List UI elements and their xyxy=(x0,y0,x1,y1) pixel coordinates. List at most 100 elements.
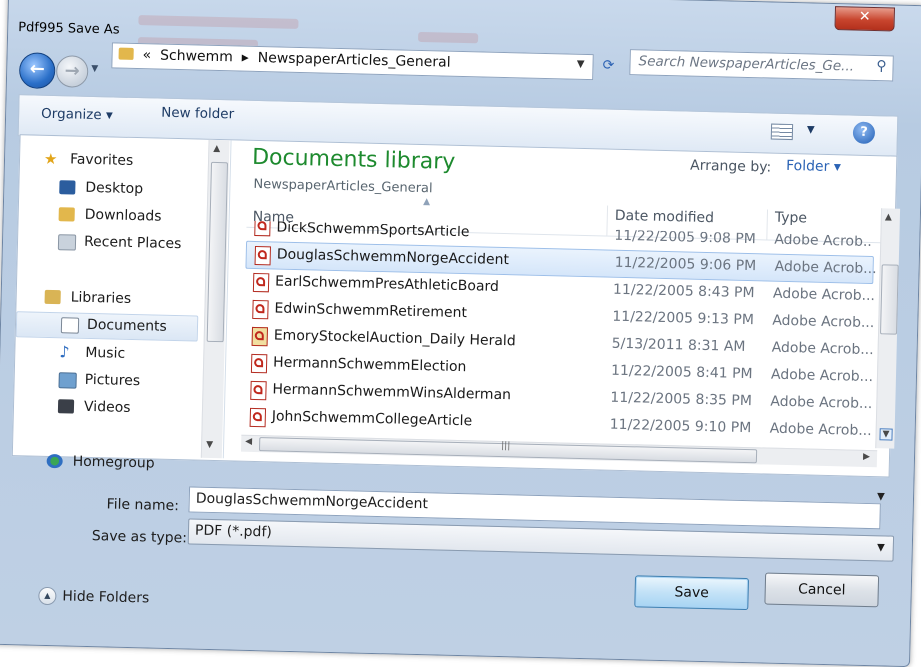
breadcrumb-separator-icon[interactable]: ▸ xyxy=(242,50,249,66)
sidebar-item-label: Recent Places xyxy=(83,233,182,253)
scroll-right-icon[interactable]: ▶ xyxy=(863,452,870,462)
file-type-cell: Adobe Acrob... xyxy=(770,393,873,413)
pdf-file-icon xyxy=(252,272,270,293)
date-modified-cell: 11/22/2005 8:41 PM xyxy=(610,362,753,383)
sidebar-item-label: Libraries xyxy=(70,289,132,307)
save-button[interactable]: Save xyxy=(634,575,750,611)
sidebar-item-desktop[interactable]: Desktop xyxy=(19,175,210,204)
scroll-up-icon[interactable]: ▲ xyxy=(213,144,220,154)
sidebar-item-label: Documents xyxy=(86,316,168,335)
column-header-type[interactable]: Type xyxy=(775,210,808,227)
sidebar-item-label: Videos xyxy=(83,398,131,416)
date-modified-cell: 5/13/2011 8:31 AM xyxy=(611,335,746,355)
column-header-date[interactable]: Date modified xyxy=(615,208,715,226)
file-name-label: File name: xyxy=(106,496,180,515)
documents-icon xyxy=(60,317,80,334)
close-button[interactable]: ✕ xyxy=(834,6,896,32)
sidebar-item-recent-places[interactable]: Recent Places xyxy=(18,229,209,258)
breadcrumb: « Schwemm ▸ NewspaperArticles_General xyxy=(142,47,450,71)
background-text-blur xyxy=(138,15,299,29)
save-as-type-value: PDF (*.pdf) xyxy=(194,522,273,541)
sidebar-item-music[interactable]: ♪ Music xyxy=(15,340,206,369)
address-dropdown-icon[interactable]: ▼ xyxy=(577,59,585,70)
file-name-dropdown-icon[interactable]: ▼ xyxy=(877,491,885,502)
dialog-window: ✕ Pdf995 Save As ← → ▼ « Schwemm ▸ Newsp… xyxy=(0,0,921,667)
cancel-button[interactable]: Cancel xyxy=(764,572,880,608)
date-modified-cell: 11/22/2005 8:43 PM xyxy=(612,281,755,302)
sidebar-scroll-thumb[interactable] xyxy=(206,161,229,343)
scroll-down-icon[interactable]: ▼ xyxy=(206,440,213,450)
scroll-down-icon[interactable]: ▼ xyxy=(879,428,893,441)
arrange-by-dropdown[interactable]: Folder ▾ xyxy=(786,158,841,175)
file-list-scrollbar[interactable]: ▲ ▼ xyxy=(875,208,901,449)
date-modified-cell: 11/22/2005 8:35 PM xyxy=(610,389,753,410)
browser-pane: ★ Favorites Desktop Downloads Recent Pla… xyxy=(11,134,901,478)
back-button[interactable]: ← xyxy=(18,52,56,90)
sidebar-item-label: Desktop xyxy=(85,179,144,198)
file-name-cell: DouglasSchwemmNorgeAccident xyxy=(276,246,510,269)
folder-icon xyxy=(118,47,134,60)
scroll-left-icon[interactable]: ◀ xyxy=(245,437,252,447)
sidebar-item-label: Downloads xyxy=(84,206,162,225)
arrange-by-label: Arrange by: xyxy=(689,157,772,176)
pdf-file-icon xyxy=(250,380,267,401)
pdf-file-icon xyxy=(249,407,267,428)
back-arrow-icon: ← xyxy=(29,58,46,80)
sidebar-item-pictures[interactable]: Pictures xyxy=(14,367,205,396)
pictures-icon xyxy=(58,372,77,389)
organize-button[interactable]: Organize ▾ xyxy=(41,106,113,124)
refresh-button[interactable]: ⟳ xyxy=(593,53,624,78)
sidebar-item-homegroup[interactable]: Homegroup xyxy=(12,449,203,478)
search-input[interactable]: Search NewspaperArticles_Ge... ⚲ xyxy=(629,49,894,82)
breadcrumb-item-current[interactable]: NewspaperArticles_General xyxy=(258,50,451,71)
sidebar-item-label: Music xyxy=(85,344,126,362)
date-modified-cell: 11/22/2005 9:13 PM xyxy=(612,308,755,329)
file-list-scroll-thumb[interactable] xyxy=(880,264,899,335)
libraries-icon xyxy=(44,289,61,305)
search-icon[interactable]: ⚲ xyxy=(876,58,887,74)
file-name-cell: EmoryStockelAuction_Daily Herald xyxy=(273,327,516,350)
window-title: Pdf995 Save As xyxy=(18,20,120,38)
library-title: Documents library xyxy=(251,144,456,175)
file-type-cell: Adobe Acrob... xyxy=(772,285,876,305)
file-type-cell: Adobe Acrob... xyxy=(772,312,875,332)
sidebar-item-downloads[interactable]: Downloads xyxy=(18,202,209,231)
forward-button[interactable]: → xyxy=(55,55,89,88)
file-name-cell: JohnSchwemmCollegeArticle xyxy=(271,408,473,430)
forward-arrow-icon: → xyxy=(64,60,81,82)
hide-folders-button[interactable]: ▲ Hide Folders xyxy=(38,586,150,608)
address-bar[interactable]: « Schwemm ▸ NewspaperArticles_General ▼ xyxy=(111,42,594,81)
pdf-file-icon xyxy=(252,299,269,320)
navigation-pane: ★ Favorites Desktop Downloads Recent Pla… xyxy=(12,135,232,472)
breadcrumb-item-schwemm[interactable]: Schwemm xyxy=(160,48,233,66)
file-type-cell: Adobe Acrob... xyxy=(774,258,877,278)
hide-folders-label: Hide Folders xyxy=(62,588,150,607)
sidebar-item-libraries[interactable]: Libraries xyxy=(16,285,207,314)
change-view-icon[interactable] xyxy=(770,123,794,141)
file-name-value: DouglasSchwemmNorgeAccident xyxy=(195,490,429,513)
sidebar-item-favorites[interactable]: ★ Favorites xyxy=(20,147,211,176)
breadcrumb-overflow[interactable]: « xyxy=(142,47,151,63)
sidebar-item-label: Homegroup xyxy=(72,453,155,472)
help-icon[interactable]: ? xyxy=(852,121,876,145)
pdf-file-icon xyxy=(254,220,271,237)
scroll-up-icon[interactable]: ▲ xyxy=(885,212,892,222)
sidebar-item-label: Pictures xyxy=(84,371,141,390)
date-modified-cell: 11/22/2005 9:10 PM xyxy=(609,416,752,437)
videos-icon xyxy=(57,399,75,414)
recent-pages-dropdown[interactable]: ▼ xyxy=(91,64,98,74)
sidebar-item-videos[interactable]: Videos xyxy=(14,394,205,423)
arrange-by-value: Folder xyxy=(785,157,830,175)
background-text-blur xyxy=(418,31,479,44)
view-dropdown-icon[interactable]: ▼ xyxy=(807,124,815,135)
sidebar-item-documents[interactable]: Documents xyxy=(15,311,199,342)
downloads-folder-icon xyxy=(58,207,75,222)
sort-ascending-icon: ▲ xyxy=(422,197,431,208)
file-type-cell: Adobe Acrob... xyxy=(771,339,874,359)
recent-places-icon xyxy=(57,234,77,251)
new-folder-button[interactable]: New folder xyxy=(161,105,234,123)
collapse-icon: ▲ xyxy=(38,586,57,606)
pdf-file-icon xyxy=(250,353,268,374)
music-icon: ♪ xyxy=(59,342,70,362)
file-name-cell: HermannSchwemmWinsAlderman xyxy=(272,381,512,404)
